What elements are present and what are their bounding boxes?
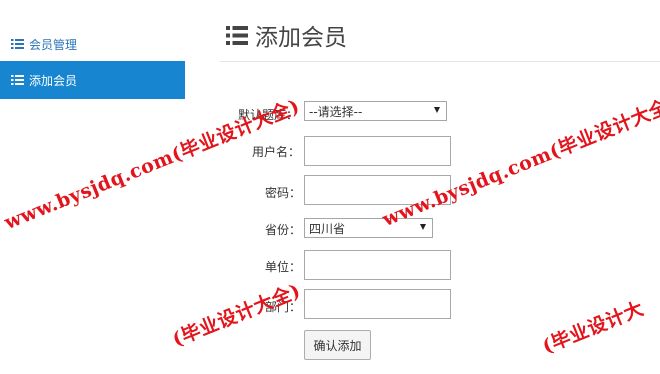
question-bank-select[interactable]: --请选择--	[304, 101, 447, 121]
department-label: 部门：	[265, 300, 302, 314]
list-icon	[226, 25, 248, 45]
username-label: 用户名：	[252, 145, 301, 159]
password-field[interactable]	[304, 175, 451, 205]
confirm-add-button[interactable]: 确认添加	[304, 330, 371, 360]
question-bank-label: 默认题库：	[238, 108, 299, 122]
watermark: (毕业设计大	[539, 297, 647, 359]
unit-field[interactable]	[304, 250, 451, 280]
sidebar-item-add-member[interactable]: 添加会员	[0, 61, 185, 99]
header-divider	[220, 61, 660, 62]
list-icon	[11, 39, 24, 49]
province-select[interactable]: 四川省	[304, 218, 433, 238]
page-header: 添加会员	[226, 16, 347, 54]
sidebar-item-member-management[interactable]: 会员管理	[0, 25, 185, 63]
province-value: 四川省	[309, 221, 346, 236]
question-bank-value: --请选择--	[309, 104, 363, 119]
sidebar-item-label: 添加会员	[29, 73, 78, 88]
page-title: 添加会员	[255, 25, 347, 51]
password-label: 密码：	[265, 186, 302, 200]
chevron-down-icon	[434, 107, 440, 113]
list-icon	[11, 75, 24, 85]
sidebar-item-label: 会员管理	[29, 37, 78, 52]
unit-label: 单位：	[265, 260, 302, 274]
page: 会员管理 添加会员 添加会员 默认题库： --请选择-- 用户名： 密码： 省份…	[0, 0, 660, 374]
chevron-down-icon	[420, 224, 426, 230]
username-field[interactable]	[304, 136, 451, 166]
department-field[interactable]	[304, 289, 451, 319]
province-label: 省份：	[265, 223, 302, 237]
sidebar: 会员管理 添加会员	[0, 0, 185, 374]
